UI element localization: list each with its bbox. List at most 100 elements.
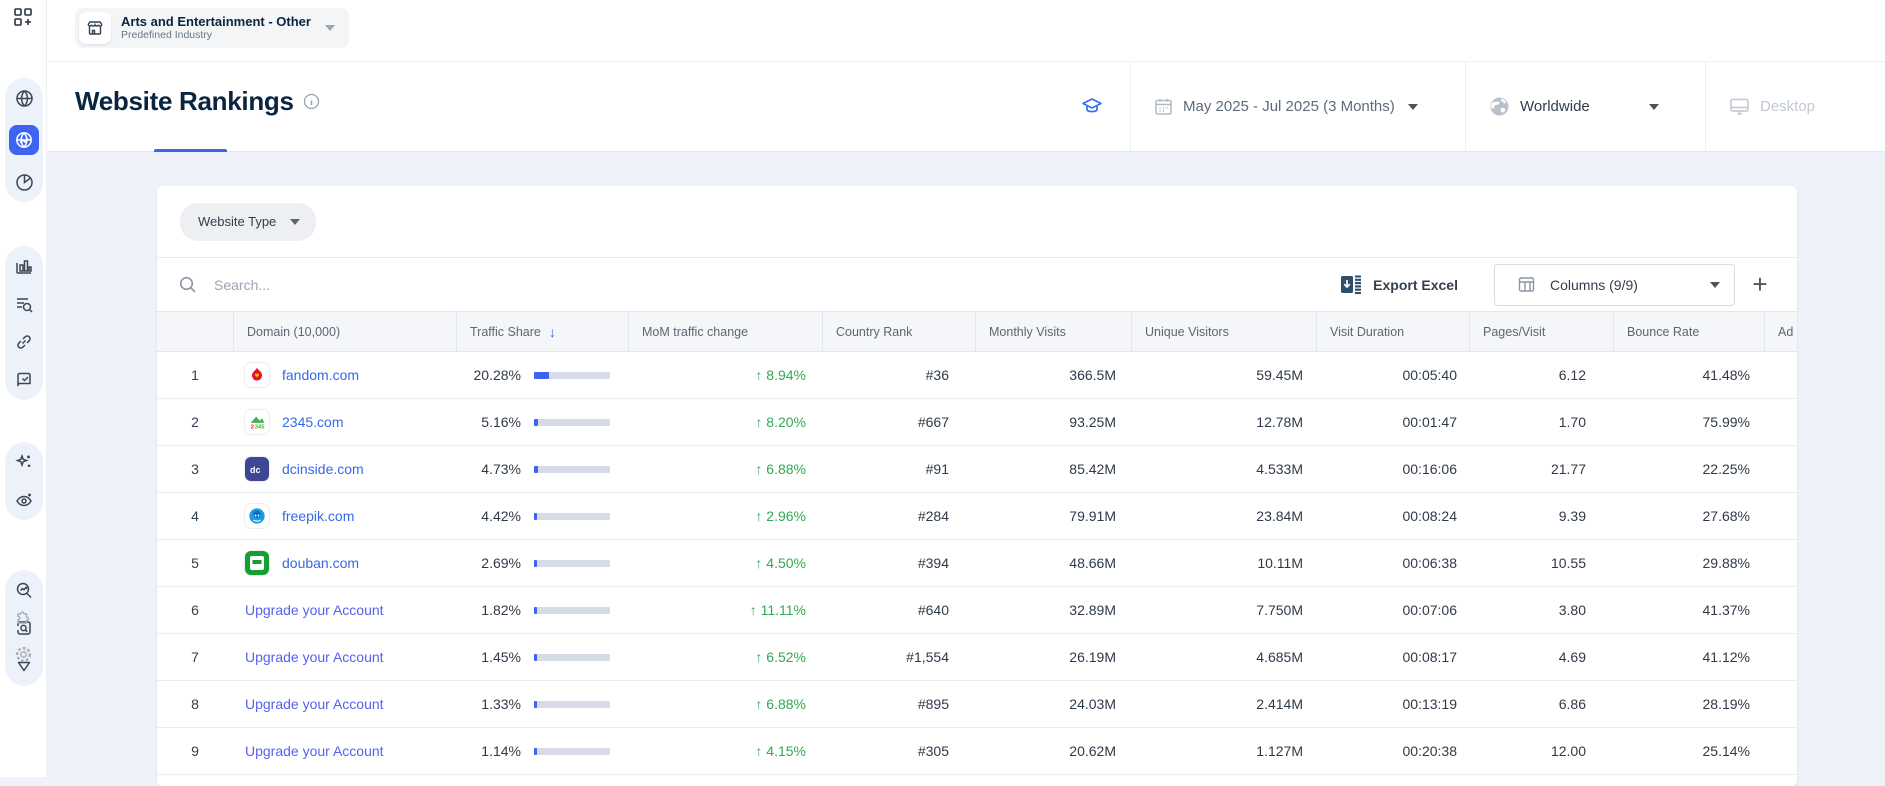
mom-change-cell: ↑ 4.15%	[628, 728, 822, 774]
gear-icon[interactable]	[12, 643, 34, 665]
unique-visitors-cell: 1.127M	[1131, 728, 1316, 774]
unique-visitors-cell: 12.78M	[1131, 399, 1316, 445]
table-row[interactable]: 5douban.com2.69%↑ 4.50%#39448.66M10.11M0…	[157, 540, 1797, 587]
country-rank-cell: #667	[822, 399, 975, 445]
table-row[interactable]: 223452345.com5.16%↑ 8.20%#66793.25M12.78…	[157, 399, 1797, 446]
sidebar-group-tools	[5, 570, 43, 686]
content-area: Website Type Export E	[47, 152, 1885, 777]
column-header-share[interactable]: Traffic Share↓	[456, 312, 628, 351]
puzzle-icon[interactable]	[12, 605, 34, 627]
date-range-picker[interactable]: May 2025 - Jul 2025 (3 Months)	[1130, 62, 1465, 151]
desktop-monitor-icon	[1728, 95, 1751, 118]
columns-dropdown[interactable]: Columns (9/9)	[1494, 264, 1735, 306]
column-header-bounce_rate[interactable]: Bounce Rate	[1613, 312, 1764, 351]
list-search-icon[interactable]	[13, 293, 35, 315]
domain-link[interactable]: freepik.com	[282, 508, 354, 524]
domain-link[interactable]: douban.com	[282, 555, 359, 571]
country-rank-cell: #1,554	[822, 634, 975, 680]
domain-link[interactable]: fandom.com	[282, 367, 359, 383]
unique-visitors-cell: 23.84M	[1131, 493, 1316, 539]
graduation-cap-icon	[1080, 95, 1104, 119]
table-row[interactable]: 7Upgrade your Account1.45%↑ 6.52%#1,5542…	[157, 634, 1797, 681]
website-type-filter[interactable]: Website Type	[180, 203, 316, 241]
info-icon[interactable]	[303, 93, 320, 110]
visit-duration-cell: 00:01:47	[1316, 399, 1469, 445]
bookmark-check-icon[interactable]	[13, 369, 35, 391]
eye-plus-icon[interactable]	[13, 489, 35, 511]
traffic-share-bar	[534, 466, 610, 473]
column-header-unique_visitors[interactable]: Unique Visitors	[1131, 312, 1316, 351]
page-header: Website Rankings May 2025 - Jul 2025 (3 …	[47, 62, 1885, 152]
monthly-visits-cell: 24.03M	[975, 681, 1131, 727]
table-row[interactable]: 4freepik.com4.42%↑ 2.96%#28479.91M23.84M…	[157, 493, 1797, 540]
globe-icon[interactable]	[13, 87, 35, 109]
rank-cell: 1	[157, 352, 233, 398]
domain-link[interactable]: dcinside.com	[282, 461, 364, 477]
table-columns-icon	[1517, 275, 1536, 294]
main-area: Arts and Entertainment - Other Predefine…	[47, 0, 1885, 777]
rank-cell: 5	[157, 540, 233, 586]
unique-visitors-cell: 2.414M	[1131, 681, 1316, 727]
traffic-share-cell: 1.14%	[456, 728, 628, 774]
table-row[interactable]: 1fandom.com20.28%↑ 8.94%#36366.5M59.45M0…	[157, 352, 1797, 399]
device-selector[interactable]: Desktop	[1705, 62, 1885, 151]
link-icon[interactable]	[13, 331, 35, 353]
bounce-rate-cell: 22.25%	[1613, 446, 1764, 492]
export-excel-label: Export Excel	[1373, 277, 1458, 293]
traffic-share-cell: 4.73%	[456, 446, 628, 492]
country-rank-cell: #895	[822, 681, 975, 727]
table-row[interactable]: 6Upgrade your Account1.82%↑ 11.11%#64032…	[157, 587, 1797, 634]
industry-storefront-icon	[79, 12, 111, 44]
column-header-pages_per_visit[interactable]: Pages/Visit	[1469, 312, 1613, 351]
chevron-down-icon	[325, 25, 335, 31]
bounce-rate-cell: 28.19%	[1613, 681, 1764, 727]
export-excel-button[interactable]: Export Excel	[1340, 274, 1458, 295]
sparkles-icon[interactable]	[13, 451, 35, 473]
pages-per-visit-cell: 12.00	[1469, 728, 1613, 774]
visit-duration-cell: 00:06:38	[1316, 540, 1469, 586]
table-row[interactable]: 9Upgrade your Account1.14%↑ 4.15%#30520.…	[157, 728, 1797, 775]
upgrade-account-link[interactable]: Upgrade your Account	[245, 696, 384, 712]
visit-duration-cell: 00:08:24	[1316, 493, 1469, 539]
column-header-ads_clipped[interactable]: Ad	[1764, 312, 1797, 351]
upgrade-account-link[interactable]: Upgrade your Account	[245, 649, 384, 665]
domain-cell: Upgrade your Account	[233, 634, 456, 680]
mom-change-cell: ↑ 6.88%	[628, 681, 822, 727]
industry-selector[interactable]: Arts and Entertainment - Other Predefine…	[75, 8, 349, 48]
table-row[interactable]: 3dcdcinside.com4.73%↑ 6.88%#9185.42M4.53…	[157, 446, 1797, 493]
add-column-button[interactable]: +	[1743, 268, 1777, 302]
column-header-monthly_visits[interactable]: Monthly Visits	[975, 312, 1131, 351]
traffic-share-cell: 5.16%	[456, 399, 628, 445]
upgrade-account-link[interactable]: Upgrade your Account	[245, 602, 384, 618]
academy-button[interactable]	[1058, 62, 1130, 151]
svg-text:345: 345	[255, 424, 266, 430]
traffic-share-bar	[534, 372, 610, 379]
rank-cell: 7	[157, 634, 233, 680]
apps-grid-icon[interactable]	[12, 6, 34, 28]
column-header-visit_duration[interactable]: Visit Duration	[1316, 312, 1469, 351]
date-range-label: May 2025 - Jul 2025 (3 Months)	[1183, 98, 1395, 115]
traffic-share-cell: 1.33%	[456, 681, 628, 727]
monthly-visits-cell: 366.5M	[975, 352, 1131, 398]
bounce-rate-cell: 41.12%	[1613, 634, 1764, 680]
globe-trend-icon[interactable]	[9, 125, 39, 155]
table-row[interactable]: 8 Upgrade your Account 1.33%↑ 6.88%#89524.…	[157, 681, 1797, 728]
domain-link[interactable]: 2345.com	[282, 414, 343, 430]
sidebar-group-research	[5, 246, 43, 400]
rank-cell: 8	[157, 681, 233, 727]
pie-chart-icon[interactable]	[13, 171, 35, 193]
bar-chart-icon[interactable]	[13, 255, 35, 277]
industry-title: Arts and Entertainment - Other	[121, 14, 311, 29]
column-header-rank[interactable]	[157, 312, 233, 351]
upgrade-account-link[interactable]: Upgrade your Account	[245, 743, 384, 759]
region-selector[interactable]: Worldwide	[1465, 62, 1705, 151]
website-type-label: Website Type	[198, 214, 276, 229]
search-input[interactable]	[214, 277, 634, 293]
unique-visitors-cell: 4.685M	[1131, 634, 1316, 680]
column-header-domain[interactable]: Domain (10,000)	[233, 312, 456, 351]
column-header-mom[interactable]: MoM traffic change	[628, 312, 822, 351]
svg-text:dc: dc	[250, 465, 261, 475]
column-header-country_rank[interactable]: Country Rank	[822, 312, 975, 351]
table-body: 1fandom.com20.28%↑ 8.94%#36366.5M59.45M0…	[157, 352, 1797, 775]
search-trend-icon[interactable]	[13, 579, 35, 601]
